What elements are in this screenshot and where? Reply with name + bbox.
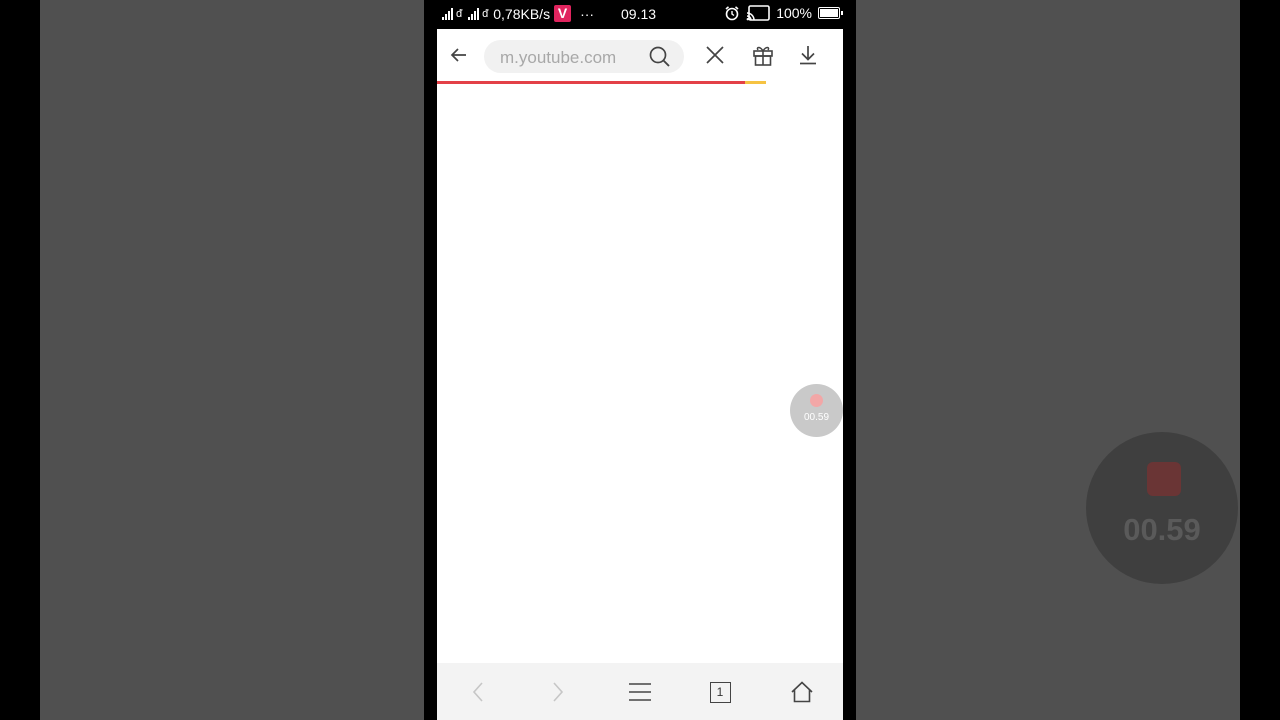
gift-icon: [753, 46, 773, 66]
status-clock: 09.13: [621, 6, 657, 22]
record-dot-icon: [810, 394, 823, 407]
tabs-button[interactable]: 1: [705, 677, 735, 707]
chevron-right-icon: [553, 682, 564, 702]
cast-icon: [746, 5, 770, 21]
phone-frame: ᵭ ᵭ 0,78KB/s V ··· 09.13 100% m.youtube.…: [424, 0, 856, 720]
network-speed: 0,78KB/s: [493, 5, 551, 22]
gift-button[interactable]: [747, 39, 779, 71]
more-notifications-icon: ···: [580, 5, 595, 22]
close-icon: [706, 46, 724, 64]
progress-leading-edge: [745, 81, 766, 84]
volte-2-icon: ᵭ: [482, 7, 489, 20]
nav-back-button[interactable]: [463, 677, 493, 707]
background-recorder-overlay: 00.59: [1086, 432, 1238, 584]
url-text[interactable]: m.youtube.com: [500, 48, 616, 68]
battery-icon: [818, 7, 843, 19]
status-bar: ᵭ ᵭ 0,78KB/s V ··· 09.13 100%: [424, 0, 856, 29]
signal-2-icon: [468, 7, 480, 20]
volte-icon: ᵭ: [456, 7, 463, 20]
download-button[interactable]: [792, 39, 824, 71]
search-icon[interactable]: [648, 45, 672, 69]
tab-count: 1: [709, 681, 731, 703]
right-background-panel: [856, 0, 1240, 720]
screen-recorder-bubble[interactable]: 00.59: [790, 384, 843, 437]
menu-button[interactable]: [625, 677, 655, 707]
page-load-progress: [437, 80, 843, 84]
back-button[interactable]: [443, 39, 475, 71]
progress-fill: [437, 81, 745, 84]
chevron-left-icon: [472, 682, 483, 702]
left-background-panel: [40, 0, 424, 720]
home-icon: [791, 681, 813, 703]
nav-forward-button[interactable]: [543, 677, 573, 707]
app-notification-badge: V: [554, 5, 572, 22]
recorder-elapsed-large: 00.59: [1123, 512, 1201, 547]
download-icon: [800, 46, 816, 65]
battery-percent: 100%: [776, 5, 812, 21]
signal-icon: [442, 7, 453, 20]
browser-screen: m.youtube.com 00.59 1: [437, 29, 843, 720]
address-bar[interactable]: m.youtube.com: [484, 40, 684, 73]
recorder-elapsed: 00.59: [803, 412, 830, 423]
record-stop-icon: [1147, 462, 1181, 496]
browser-bottom-bar: 1: [437, 663, 843, 720]
arrow-left-icon: [450, 48, 466, 62]
hamburger-menu-icon: [629, 683, 651, 701]
stop-loading-button[interactable]: [699, 39, 731, 71]
home-button[interactable]: [787, 677, 817, 707]
alarm-icon: [725, 6, 739, 21]
browser-toolbar: m.youtube.com: [437, 29, 843, 81]
